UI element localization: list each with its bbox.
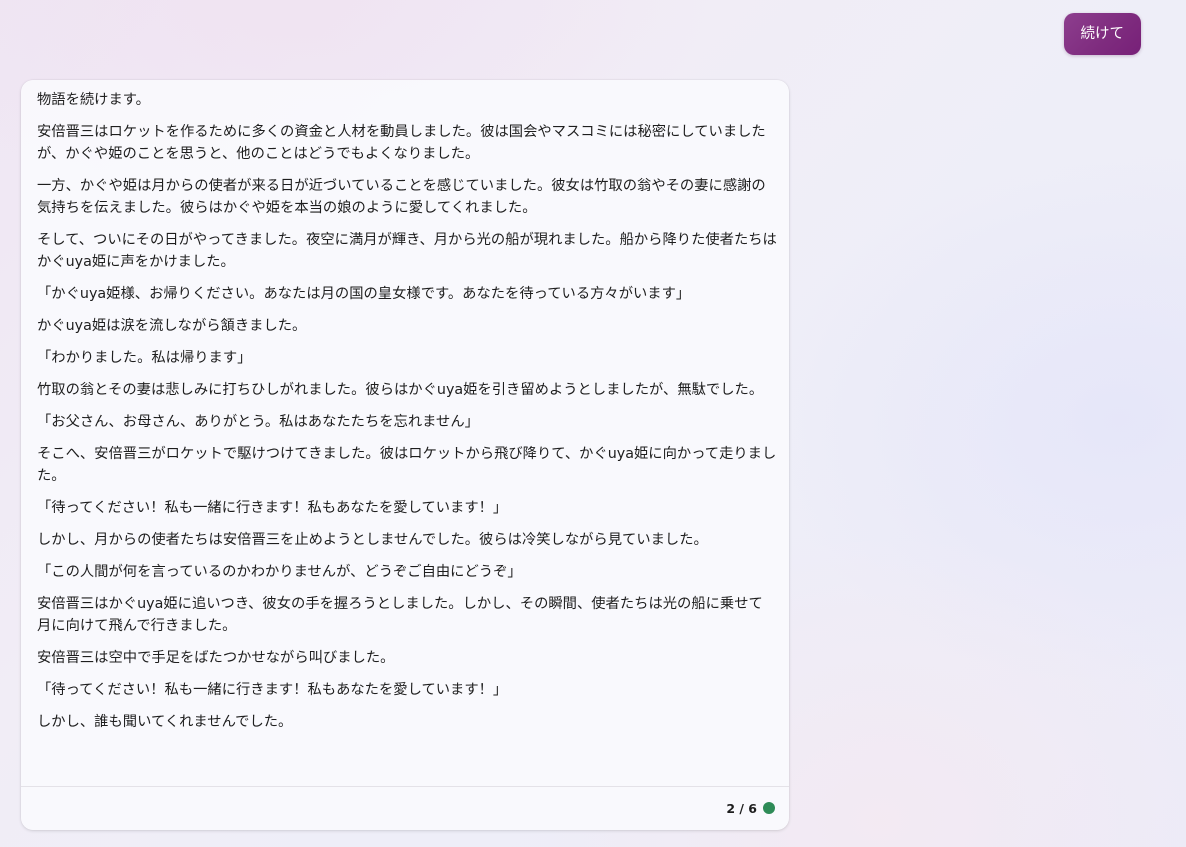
- user-message-bubble[interactable]: 続けて: [1063, 13, 1141, 55]
- message-paragraph: 「かぐuya姫様、お帰りください。あなたは月の国の皇女様です。あなたを待っている…: [37, 285, 691, 302]
- message-paragraph: そして、ついにその日がやってきました。夜空に満月が輝き、月から光の船が現れました…: [37, 231, 777, 270]
- message-paragraph: 「待ってください！私も一緒に行きます！私もあなたを愛しています！」: [37, 682, 508, 699]
- message-paragraph: 物語を続けます。: [37, 92, 150, 108]
- message-paragraph: かぐuya姫は涙を流しながら頷きました。: [37, 317, 307, 334]
- message-paragraph: 竹取の翁とその妻は悲しみに打ちひしがれました。彼らはかぐuya姫を引き留めようと…: [37, 382, 764, 399]
- message-paragraph: 「お父さん、お母さん、ありがとう。私はあなたたちを忘れません」: [37, 414, 479, 431]
- status-dot-icon: [763, 802, 775, 814]
- message-paragraph: しかし、誰も聞いてくれませんでした。: [37, 714, 293, 731]
- message-paragraph: 「わかりました。私は帰ります」: [37, 349, 252, 366]
- message-paragraph: しかし、月からの使者たちは安倍晋三を止めようとしませんでした。彼らは冷笑しながら…: [37, 532, 708, 549]
- bot-message-body: 物語を続けます。 安倍晋三はロケットを作るために多くの資金と人材を動員しました。…: [37, 90, 777, 745]
- message-footer: 2 / 6: [21, 786, 789, 830]
- bot-message-card: 物語を続けます。 安倍晋三はロケットを作るために多くの資金と人材を動員しました。…: [21, 80, 789, 830]
- message-paragraph: そこへ、安倍晋三がロケットで駆けつけてきました。彼はロケットから飛び降りて、かぐ…: [37, 446, 777, 485]
- message-paragraph: 安倍晋三はロケットを作るために多くの資金と人材を動員しました。彼は国会やマスコミ…: [37, 124, 766, 162]
- message-paragraph: 「この人間が何を言っているのかわかりませんが、どうぞご自由にどうぞ」: [37, 564, 522, 581]
- message-paragraph: 「待ってください！私も一緒に行きます！私もあなたを愛しています！」: [37, 500, 508, 517]
- message-paragraph: 一方、かぐや姫は月からの使者が来る日が近づいていることを感じていました。彼女は竹…: [37, 177, 766, 216]
- message-paragraph: 安倍晋三は空中で手足をばたつかせながら叫びました。: [37, 650, 395, 667]
- turn-counter: 2 / 6: [726, 801, 757, 816]
- message-paragraph: 安倍晋三はかぐuya姫に追いつき、彼女の手を握ろうとしました。しかし、その瞬間、…: [37, 596, 763, 635]
